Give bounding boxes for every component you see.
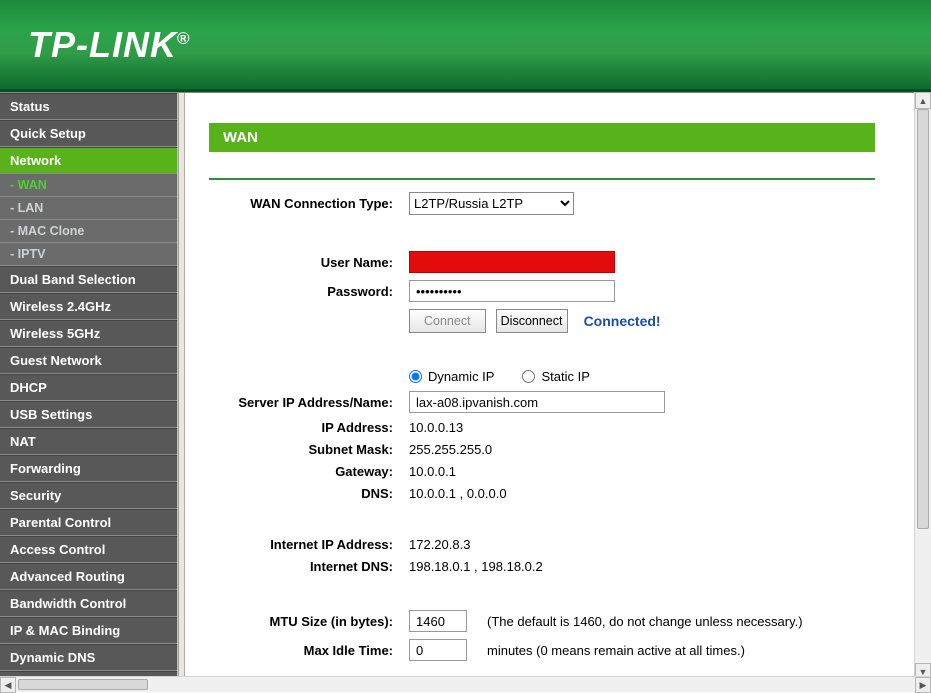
connection-status: Connected! xyxy=(584,313,661,329)
idle-input[interactable] xyxy=(409,639,467,661)
sidebar-subitem-5[interactable]: - MAC Clone xyxy=(0,220,177,243)
horizontal-scrollbar[interactable]: ◀ ▶ xyxy=(0,676,931,692)
sidebar-item-13[interactable]: NAT xyxy=(0,428,177,455)
label-server: Server IP Address/Name: xyxy=(209,395,409,410)
vertical-scrollbar[interactable]: ▲ ▼ xyxy=(914,92,931,680)
password-input[interactable] xyxy=(409,280,615,302)
divider xyxy=(209,178,875,180)
value-dns: 10.0.0.1 , 0.0.0.0 xyxy=(409,486,507,501)
header-banner: TP-LINK® xyxy=(0,0,931,92)
label-internet-dns: Internet DNS: xyxy=(209,559,409,574)
username-input[interactable] xyxy=(409,251,615,273)
idle-note: minutes (0 means remain active at all ti… xyxy=(487,643,745,658)
value-internet-dns: 198.18.0.1 , 198.18.0.2 xyxy=(409,559,543,574)
splitter-handle[interactable] xyxy=(178,93,185,680)
radio-dynamic-ip[interactable] xyxy=(409,370,422,383)
label-username: User Name: xyxy=(209,255,409,270)
hscroll-thumb[interactable] xyxy=(18,679,148,690)
sidebar-nav[interactable]: StatusQuick SetupNetwork- WAN- LAN- MAC … xyxy=(0,93,178,680)
mtu-input[interactable] xyxy=(409,610,467,632)
trademark-symbol: ® xyxy=(177,29,191,48)
sidebar-item-18[interactable]: Advanced Routing xyxy=(0,563,177,590)
sidebar-item-14[interactable]: Forwarding xyxy=(0,455,177,482)
label-password: Password: xyxy=(209,284,409,299)
sidebar-item-0[interactable]: Status xyxy=(0,93,177,120)
sidebar-item-15[interactable]: Security xyxy=(0,482,177,509)
scroll-right-button[interactable]: ▶ xyxy=(915,677,931,693)
radio-static-ip[interactable] xyxy=(522,370,535,383)
label-mtu: MTU Size (in bytes): xyxy=(209,614,409,629)
scroll-track[interactable] xyxy=(915,109,931,663)
value-ip-address: 10.0.0.13 xyxy=(409,420,463,435)
connect-button[interactable]: Connect xyxy=(409,309,486,333)
sidebar-subitem-6[interactable]: - IPTV xyxy=(0,243,177,266)
sidebar-item-21[interactable]: Dynamic DNS xyxy=(0,644,177,671)
label-ip-address: IP Address: xyxy=(209,420,409,435)
sidebar-subitem-4[interactable]: - LAN xyxy=(0,197,177,220)
sidebar-item-8[interactable]: Wireless 2.4GHz xyxy=(0,293,177,320)
sidebar-subitem-3[interactable]: - WAN xyxy=(0,174,177,197)
sidebar-item-10[interactable]: Guest Network xyxy=(0,347,177,374)
radio-static-ip-label[interactable]: Static IP xyxy=(522,369,589,384)
sidebar-item-16[interactable]: Parental Control xyxy=(0,509,177,536)
label-internet-ip: Internet IP Address: xyxy=(209,537,409,552)
scroll-thumb[interactable] xyxy=(917,109,929,529)
server-address-input[interactable] xyxy=(409,391,665,413)
sidebar-item-7[interactable]: Dual Band Selection xyxy=(0,266,177,293)
disconnect-button[interactable]: Disconnect xyxy=(496,309,568,333)
sidebar-item-12[interactable]: USB Settings xyxy=(0,401,177,428)
sidebar-item-20[interactable]: IP & MAC Binding xyxy=(0,617,177,644)
value-internet-ip: 172.20.8.3 xyxy=(409,537,470,552)
scroll-up-button[interactable]: ▲ xyxy=(915,92,931,109)
label-conn-type: WAN Connection Type: xyxy=(209,196,409,211)
radio-dynamic-ip-label[interactable]: Dynamic IP xyxy=(409,369,494,384)
label-dns: DNS: xyxy=(209,486,409,501)
mtu-note: (The default is 1460, do not change unle… xyxy=(487,614,803,629)
sidebar-item-19[interactable]: Bandwidth Control xyxy=(0,590,177,617)
label-gateway: Gateway: xyxy=(209,464,409,479)
brand-logo: TP-LINK® xyxy=(28,24,191,66)
scroll-left-button[interactable]: ◀ xyxy=(0,677,16,693)
sidebar-item-9[interactable]: Wireless 5GHz xyxy=(0,320,177,347)
sidebar-item-17[interactable]: Access Control xyxy=(0,536,177,563)
sidebar-item-2[interactable]: Network xyxy=(0,147,177,174)
sidebar-item-1[interactable]: Quick Setup xyxy=(0,120,177,147)
brand-logo-text: TP-LINK xyxy=(28,24,177,65)
wan-connection-type-select[interactable]: L2TP/Russia L2TP xyxy=(409,192,574,215)
value-subnet: 255.255.255.0 xyxy=(409,442,492,457)
label-idle: Max Idle Time: xyxy=(209,643,409,658)
content-area: WAN WAN Connection Type: L2TP/Russia L2T… xyxy=(185,93,931,680)
value-gateway: 10.0.0.1 xyxy=(409,464,456,479)
page-title: WAN xyxy=(209,123,875,152)
sidebar-item-11[interactable]: DHCP xyxy=(0,374,177,401)
label-subnet: Subnet Mask: xyxy=(209,442,409,457)
